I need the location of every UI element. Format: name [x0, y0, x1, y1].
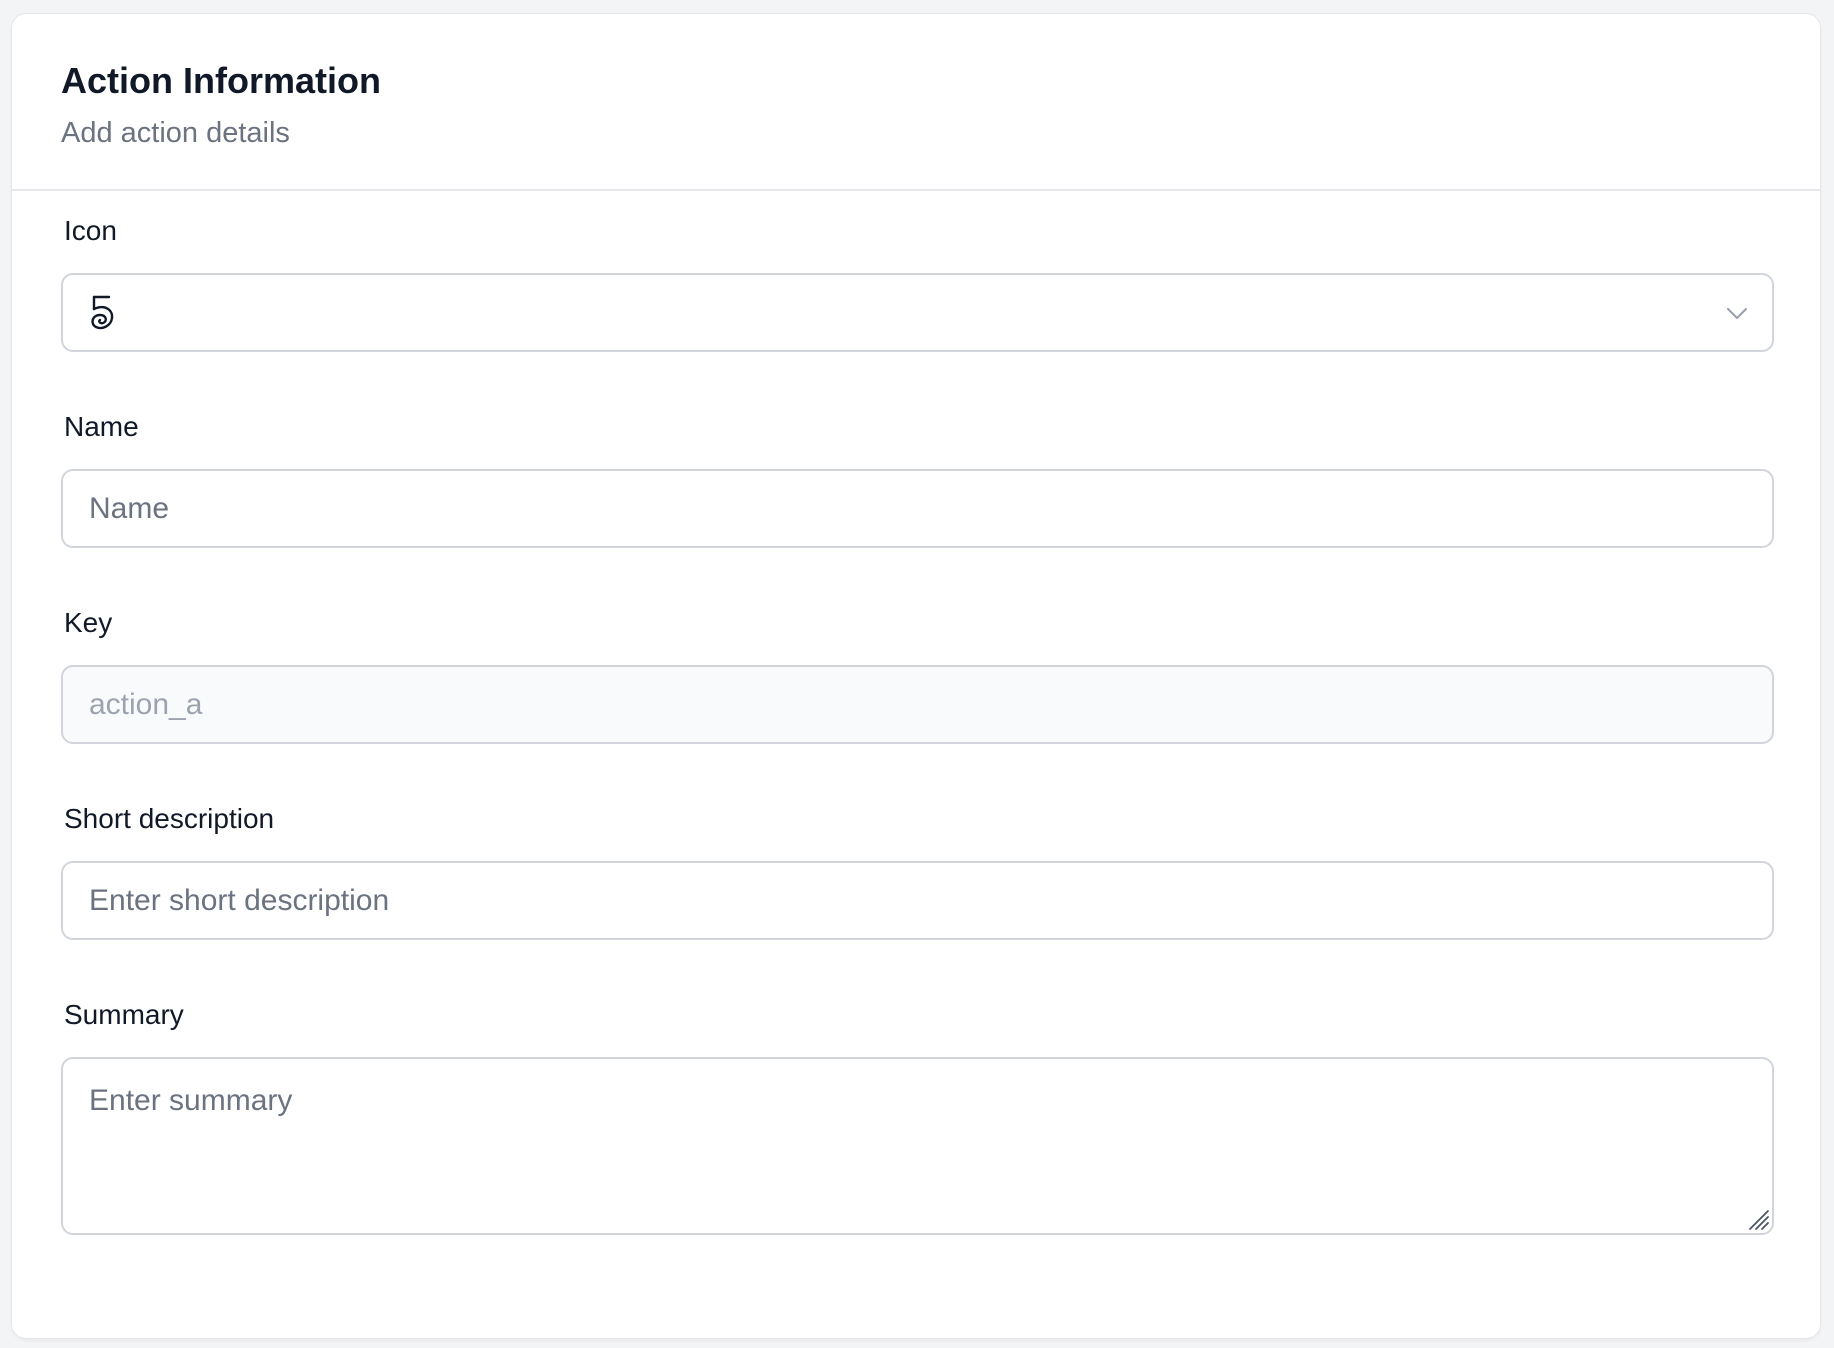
action-information-card: Action Information Add action details Ic…	[12, 14, 1820, 1338]
key-field: Key	[61, 605, 1774, 744]
short-description-input[interactable]	[63, 883, 1772, 918]
name-input[interactable]	[63, 491, 1772, 526]
page-title: Action Information	[61, 60, 381, 101]
summary-field: Summary	[61, 997, 1774, 1235]
summary-textarea[interactable]	[63, 1059, 1772, 1233]
icon-select[interactable]	[61, 273, 1774, 352]
chevron-down-icon[interactable]	[1724, 300, 1750, 326]
short-description-field: Short description	[61, 801, 1774, 940]
short-description-label: Short description	[64, 803, 275, 834]
key-label: Key	[64, 607, 113, 638]
name-input-wrapper	[61, 469, 1774, 548]
icon-field: Icon	[61, 213, 1774, 352]
summary-textarea-wrapper	[61, 1057, 1774, 1235]
name-label: Name	[64, 411, 139, 442]
name-field: Name	[61, 409, 1774, 548]
icon-label: Icon	[64, 215, 117, 246]
card-header: Action Information Add action details	[12, 14, 1820, 191]
five-swirl-icon	[87, 294, 117, 332]
resize-handle-icon[interactable]	[1744, 1205, 1770, 1231]
key-input-wrapper	[61, 665, 1774, 744]
short-description-input-wrapper	[61, 861, 1774, 940]
page-subtitle: Add action details	[61, 117, 290, 149]
summary-label: Summary	[64, 999, 184, 1030]
key-input	[63, 687, 1772, 722]
